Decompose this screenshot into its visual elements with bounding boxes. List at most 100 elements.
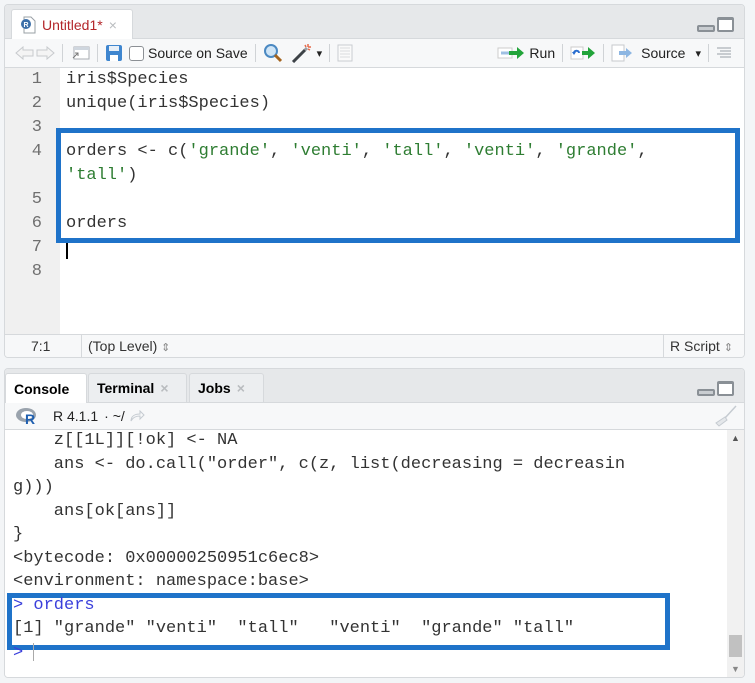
minimize-pane-icon[interactable] [697,389,715,396]
console-output[interactable]: z[[1L]][!ok] <- NA ans <- do.call("order… [5,430,727,677]
console-input-line: > orders [13,596,95,615]
svg-text:R: R [25,411,35,425]
console-prompt: > [13,642,34,662]
editor-tabstrip: R Untitled1* × [5,5,744,40]
back-button[interactable] [15,46,35,60]
scope-label: (Top Level) [88,338,158,354]
console-output-line: z[[1L]][!ok] <- NA [13,431,238,450]
tab-jobs[interactable]: Jobs × [189,373,264,403]
console-pane: Console Terminal × Jobs × R R 4.1.1 · ~/… [4,368,745,678]
editor-toolbar: Source on Save ▾ Run Source ▾ [5,39,744,68]
line-number: 3 [31,118,42,137]
code-token: unique(iris$Species) [66,94,271,113]
console-output-line: [1] "grande" "venti" "tall" "venti" "gra… [13,619,575,638]
scrollbar-thumb[interactable] [729,635,742,657]
close-tab-icon[interactable]: × [160,380,168,396]
line-number: 8 [31,262,42,281]
tab-label: Console [14,381,70,397]
maximize-pane-icon[interactable] [717,17,734,32]
source-on-save-toggle[interactable]: Source on Save [129,45,248,61]
tab-label: Jobs [198,380,231,396]
file-type-label: R Script [670,338,720,354]
toolbar-divider [97,44,98,62]
tab-console[interactable]: Console [5,373,87,404]
close-tab-icon[interactable]: × [109,17,117,33]
updown-chevron-icon: ⇕ [161,342,171,354]
highlight-box-editor [56,128,740,243]
tab-untitled1[interactable]: R Untitled1* × [11,9,133,40]
rerun-icon [570,46,596,60]
console-output-line: <environment: namespace:base> [13,572,309,591]
svg-text:R: R [23,22,28,29]
show-in-window-button[interactable] [70,45,90,61]
tab-label: Terminal [97,380,155,396]
console-output-line: ans[ok[ans]] [13,501,177,521]
console-output-line: } [13,525,24,544]
code-line[interactable]: iris$Species [66,70,188,89]
run-label: Run [529,45,556,61]
notebook-icon [337,44,353,62]
find-replace-button[interactable] [263,43,283,63]
source-dropdown-icon[interactable]: ▾ [695,47,701,60]
save-button[interactable] [105,44,123,62]
line-number: 5 [31,190,42,209]
r-logo-icon: R [16,408,36,425]
rerun-button[interactable] [570,46,596,60]
console-prompt: > [13,595,34,615]
scope-selector[interactable]: (Top Level) ⇕ [88,338,170,354]
back-arrow-icon [15,46,34,60]
working-directory[interactable]: · ~/ [104,408,125,424]
console-output-line: g))) [13,478,54,497]
line-number-gutter: 1 2 3 4 5 6 7 8 [5,68,60,336]
run-arrow-icon [497,47,525,59]
scroll-down-arrow-icon[interactable]: ▼ [731,664,740,674]
code-line[interactable]: unique(iris$Species) [66,94,270,113]
console-scrollbar[interactable]: ▲ ▼ [727,430,744,677]
status-divider [663,335,664,357]
tab-label: Untitled1* [42,17,103,33]
source-on-save-checkbox[interactable] [129,45,144,61]
forward-arrow-icon [36,46,55,60]
console-input-line: > [13,642,35,662]
code-token: iris$Species [66,70,189,89]
document-outline-button[interactable] [716,46,732,60]
cursor-position: 7:1 [31,338,51,354]
console-output-line: <bytecode: 0x00000250951c6ec8> [13,548,320,568]
source-file-icon [611,44,633,62]
line-number: 4 [31,142,42,161]
maximize-pane-icon[interactable] [717,381,734,396]
console-cursor [33,642,35,661]
outline-icon [717,47,731,58]
editor-window-controls [697,17,734,32]
popout-icon [72,46,90,60]
close-tab-icon[interactable]: × [237,380,245,396]
code-editor[interactable]: 1 2 3 4 5 6 7 8 iris$Species unique(iris$Species… [5,68,744,336]
toolbar-divider [603,44,605,62]
status-divider [81,335,82,357]
source-editor-pane: R Untitled1* × Source on Save ▾ Run Sour… [4,4,745,358]
source-button[interactable]: Source [611,44,685,62]
go-to-directory-icon[interactable] [129,410,145,422]
line-number: 2 [31,94,42,113]
minimize-pane-icon[interactable] [697,25,715,32]
tab-terminal[interactable]: Terminal × [88,373,187,403]
clear-console-broom-icon[interactable] [714,405,738,427]
file-type-selector[interactable]: R Script ⇕ [670,338,733,354]
compile-report-button[interactable] [337,44,353,62]
forward-button[interactable] [35,46,55,60]
code-tools-button[interactable]: ▾ [291,43,322,63]
source-on-save-label: Source on Save [148,45,248,61]
toolbar-divider [254,44,256,62]
r-file-icon: R [20,16,36,34]
save-icon [106,45,122,61]
search-icon [263,44,282,63]
scroll-up-arrow-icon[interactable]: ▲ [731,433,740,443]
console-command: orders [33,595,95,615]
editor-statusbar: 7:1 (Top Level) ⇕ R Script ⇕ [5,334,744,357]
console-window-controls [697,381,734,396]
updown-chevron-icon: ⇕ [723,342,733,354]
line-number: 7 [31,238,42,257]
line-number: 6 [31,214,42,233]
run-button[interactable]: Run [497,45,555,61]
toolbar-divider [62,44,63,62]
